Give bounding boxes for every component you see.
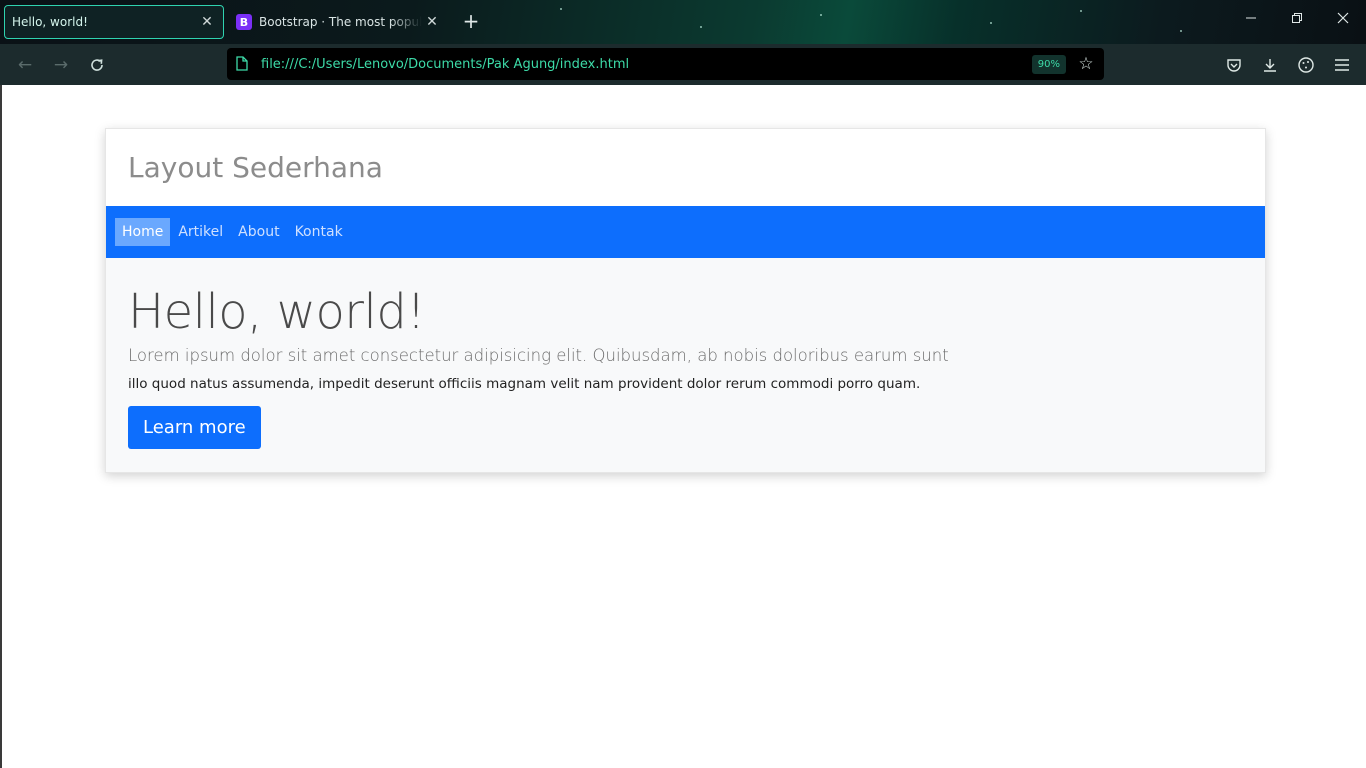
- browser-tab-bar: Hello, world! ✕ B Bootstrap · The most p…: [0, 0, 1366, 44]
- background-star: [560, 8, 562, 10]
- layout-container: Layout Sederhana Home Artikel About Kont…: [105, 128, 1266, 473]
- close-window-icon[interactable]: [1333, 12, 1353, 32]
- back-arrow-icon[interactable]: ←: [14, 54, 36, 76]
- browser-toolbar: ← → file:///C:/Users/Lenovo/Documents/Pa…: [0, 44, 1366, 85]
- tab-title: Hello, world!: [12, 15, 88, 29]
- zoom-level-badge[interactable]: 90%: [1031, 54, 1066, 74]
- background-star: [1080, 10, 1082, 12]
- background-star: [820, 14, 822, 16]
- hamburger-menu-icon[interactable]: [1331, 54, 1353, 76]
- jumbotron-title: Hello, world!: [128, 284, 426, 340]
- site-title: Layout Sederhana: [128, 151, 383, 184]
- nav-link-kontak[interactable]: Kontak: [288, 218, 350, 246]
- jumbotron: Hello, world! Lorem ipsum dolor sit amet…: [106, 258, 1265, 472]
- extensions-cookie-icon[interactable]: [1295, 54, 1317, 76]
- jumbotron-body: illo quod natus assumenda, impedit deser…: [128, 376, 921, 392]
- tab-title: Bootstrap · The most popular HTML: [259, 15, 422, 29]
- forward-arrow-icon[interactable]: →: [50, 54, 72, 76]
- site-header: Layout Sederhana: [106, 129, 1265, 206]
- tab-close-icon[interactable]: ✕: [197, 14, 217, 30]
- pocket-icon[interactable]: [1223, 54, 1245, 76]
- url-text[interactable]: file:///C:/Users/Lenovo/Documents/Pak Ag…: [261, 57, 1032, 72]
- reload-icon[interactable]: [86, 54, 108, 76]
- site-navbar: Home Artikel About Kontak: [106, 206, 1265, 258]
- nav-link-home[interactable]: Home: [115, 218, 171, 246]
- background-star: [1180, 30, 1182, 32]
- background-star: [700, 26, 702, 28]
- tab-hello-world[interactable]: Hello, world! ✕: [4, 5, 224, 39]
- restore-icon[interactable]: [1287, 12, 1307, 32]
- background-star: [990, 22, 992, 24]
- tab-bootstrap[interactable]: B Bootstrap · The most popular HTML ✕: [228, 5, 448, 39]
- page-file-icon: [236, 56, 252, 72]
- download-icon[interactable]: [1259, 54, 1281, 76]
- bookmark-star-icon[interactable]: ☆: [1076, 54, 1096, 74]
- nav-link-about[interactable]: About: [231, 218, 286, 246]
- bootstrap-favicon-icon: B: [236, 14, 252, 30]
- new-tab-plus-icon[interactable]: +: [460, 11, 482, 33]
- web-page: Layout Sederhana Home Artikel About Kont…: [0, 85, 1366, 768]
- minimize-icon[interactable]: [1241, 12, 1261, 32]
- nav-link-artikel[interactable]: Artikel: [171, 218, 230, 246]
- jumbotron-lead: Lorem ipsum dolor sit amet consectetur a…: [128, 346, 949, 365]
- learn-more-button[interactable]: Learn more: [128, 406, 261, 449]
- url-bar[interactable]: file:///C:/Users/Lenovo/Documents/Pak Ag…: [227, 48, 1104, 80]
- tab-close-icon[interactable]: ✕: [422, 14, 442, 30]
